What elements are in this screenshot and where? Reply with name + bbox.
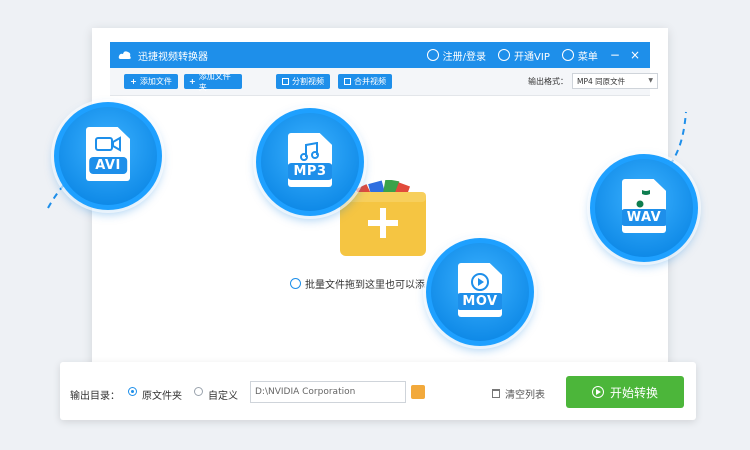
clear-list-button[interactable]: 清空列表 xyxy=(492,386,545,401)
merge-icon xyxy=(344,78,351,85)
toolbar: + 添加文件 + 添加文件夹 分割视频 合并视频 输出格式： MP4 同原文件 … xyxy=(110,68,658,96)
play-icon xyxy=(471,273,489,291)
add-file-label: 添加文件 xyxy=(139,77,172,86)
music-note-icon xyxy=(300,142,319,161)
output-format-select[interactable]: MP4 同原文件 ▼ xyxy=(572,73,658,89)
mp3-label: MP3 xyxy=(288,163,332,180)
start-convert-label: 开始转换 xyxy=(609,385,658,400)
avi-file-icon: AVI xyxy=(86,127,130,181)
original-folder-label[interactable]: 原文件夹 xyxy=(142,387,182,402)
mov-label: MOV xyxy=(458,293,502,310)
split-video-label: 分割视频 xyxy=(292,77,324,86)
plus-icon: + xyxy=(130,77,137,86)
clear-list-label: 清空列表 xyxy=(505,390,545,401)
music-note-icon xyxy=(636,190,650,208)
mov-format-badge: MOV xyxy=(426,238,534,346)
open-vip-button[interactable]: 开通VIP xyxy=(498,48,550,63)
start-convert-button[interactable]: 开始转换 xyxy=(566,376,684,408)
mp3-file-icon: MP3 xyxy=(288,133,332,187)
split-video-button[interactable]: 分割视频 xyxy=(276,74,330,89)
mov-file-icon: MOV xyxy=(458,263,502,317)
menu-label: 菜单 xyxy=(577,51,598,63)
output-dir-label: 输出目录： xyxy=(70,391,120,402)
avi-format-badge: AVI xyxy=(54,102,162,210)
merge-video-label: 合并视频 xyxy=(354,77,386,86)
trash-icon xyxy=(492,389,500,398)
drop-hint-text: 批量文件拖到这里也可以添 xyxy=(305,280,425,291)
plus-icon: + xyxy=(189,77,196,86)
add-folder-button[interactable]: + 添加文件夹 xyxy=(184,72,242,92)
chevron-down-icon: ▼ xyxy=(648,77,653,84)
add-folder-label: 添加文件夹 xyxy=(198,71,231,92)
wav-file-icon: WAV xyxy=(622,179,666,233)
title-bar: 迅捷视频转换器 注册/登录 开通VIP 菜单 − × xyxy=(110,42,650,68)
menu-icon xyxy=(561,49,574,61)
cloud-logo-icon xyxy=(118,51,131,59)
drop-hint: 批量文件拖到这里也可以添 xyxy=(290,276,425,291)
browse-folder-button[interactable] xyxy=(411,385,425,399)
close-button[interactable]: × xyxy=(630,49,640,61)
open-vip-label: 开通VIP xyxy=(514,51,550,63)
custom-label[interactable]: 自定义 xyxy=(208,387,238,402)
output-path-input[interactable] xyxy=(250,381,406,403)
add-file-button[interactable]: + 添加文件 xyxy=(124,74,178,89)
register-login-label: 注册/登录 xyxy=(442,51,487,63)
smile-icon xyxy=(290,278,301,289)
original-folder-radio[interactable] xyxy=(128,387,137,396)
output-format-label: 输出格式： xyxy=(528,77,568,86)
output-format-value: MP4 同原文件 xyxy=(577,76,626,86)
app-title: 迅捷视频转换器 xyxy=(138,51,208,63)
avi-label: AVI xyxy=(89,157,127,174)
vip-cart-icon xyxy=(498,49,511,61)
video-camera-icon xyxy=(95,136,121,152)
minimize-button[interactable]: − xyxy=(610,49,620,61)
user-icon xyxy=(426,49,439,61)
custom-radio[interactable] xyxy=(194,387,203,396)
wav-format-badge: WAV xyxy=(590,154,698,262)
mp3-format-badge: MP3 xyxy=(256,108,364,216)
register-login-button[interactable]: 注册/登录 xyxy=(426,48,487,63)
menu-button[interactable]: 菜单 xyxy=(561,48,598,63)
merge-video-button[interactable]: 合并视频 xyxy=(338,74,392,89)
wav-label: WAV xyxy=(622,209,666,226)
split-icon xyxy=(282,78,289,85)
bottom-bar: 输出目录： 原文件夹 自定义 清空列表 开始转换 xyxy=(60,362,696,420)
play-icon xyxy=(591,386,604,398)
